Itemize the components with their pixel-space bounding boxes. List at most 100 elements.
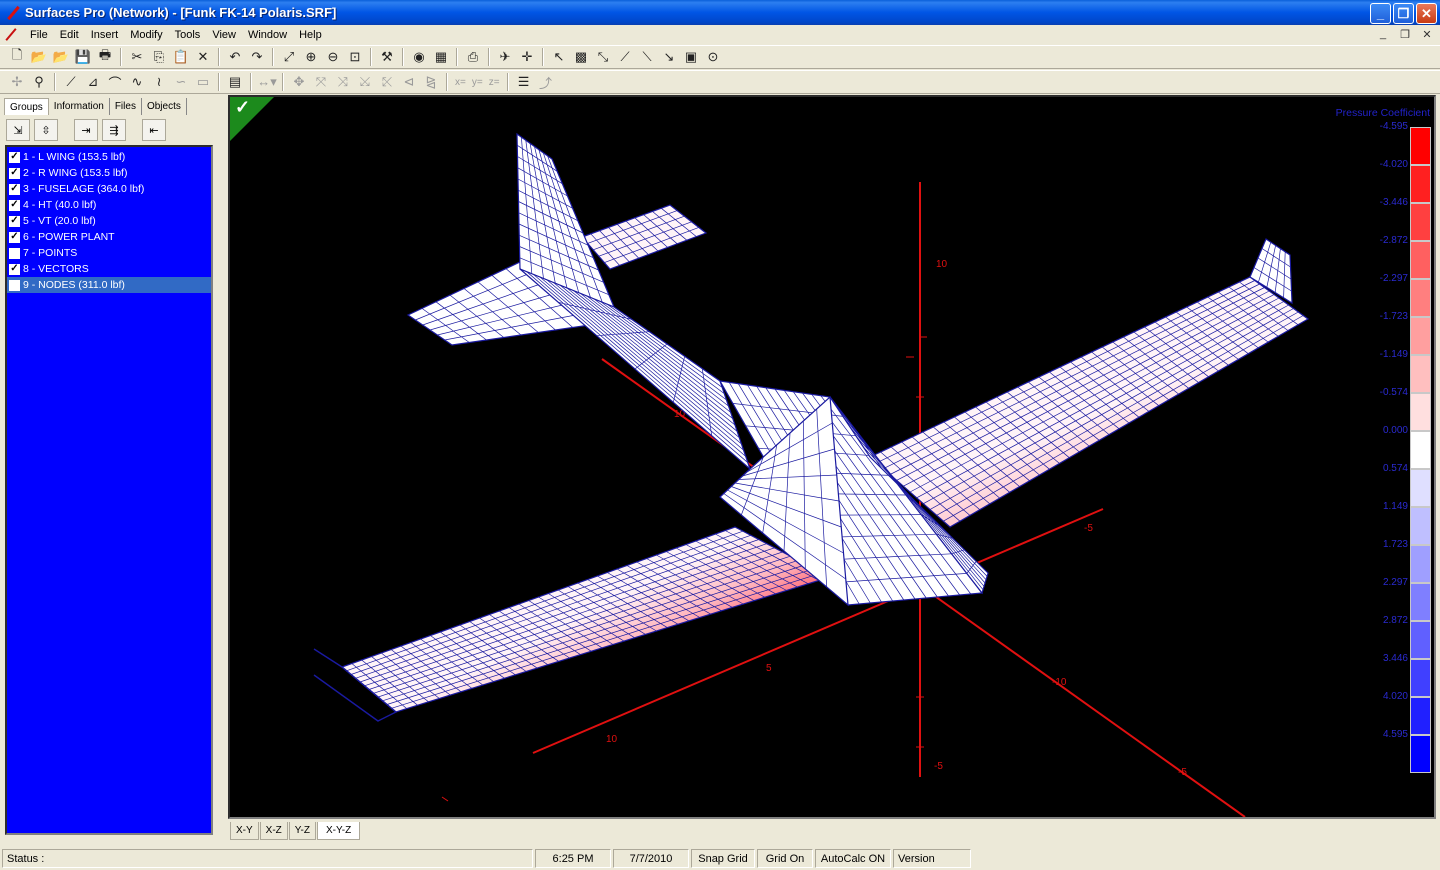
group-checkbox[interactable]: ✓ [9, 183, 20, 195]
polyline-icon[interactable]: ⊿ [82, 71, 104, 93]
aircraft-icon[interactable]: ✈ [494, 46, 516, 68]
model-canvas[interactable]: 1010-5510-5-10-5 [230, 97, 1436, 819]
tab-information[interactable]: Information [49, 98, 110, 115]
group-checkbox[interactable]: ✓ [9, 199, 20, 211]
tab-groups[interactable]: Groups [4, 98, 49, 115]
move-group-down-icon[interactable]: ⇶ [102, 119, 126, 141]
minimize-button[interactable]: _ [1370, 3, 1391, 24]
menu-tools[interactable]: Tools [169, 26, 207, 44]
tab-view-xy[interactable]: X-Y [230, 822, 259, 840]
pick-surface-icon[interactable]: ▣ [680, 46, 702, 68]
group-checkbox[interactable]: ✓ [9, 167, 20, 179]
rectangle-icon[interactable]: ▭ [192, 71, 214, 93]
scale-icon[interactable]: ⤩ [354, 71, 376, 93]
skew-icon[interactable]: ⊲ [398, 71, 420, 93]
group-checkbox[interactable]: ✓ [9, 263, 20, 275]
group-row[interactable]: 7 - POINTS [7, 245, 211, 261]
copy-transform-icon[interactable]: ⤧ [310, 71, 332, 93]
point-icon[interactable]: ✢ [6, 71, 28, 93]
print-icon[interactable]: 🖶 [94, 46, 116, 68]
surface-icon[interactable]: ▤ [224, 71, 246, 93]
curve-dim-icon[interactable]: ∽ [170, 71, 192, 93]
cut-icon[interactable]: ✂ [126, 46, 148, 68]
group-checkbox[interactable]: ✓ [9, 151, 20, 163]
line-icon[interactable]: ⟋ [60, 71, 82, 93]
curve-icon[interactable]: ≀ [148, 71, 170, 93]
group-checkbox[interactable] [9, 247, 20, 259]
mirror-icon[interactable]: ⧎ [420, 71, 442, 93]
status-autocalc[interactable]: AutoCalc ON [815, 848, 891, 868]
group-row[interactable]: ✓ 4 - HT (40.0 lbf) [7, 197, 211, 213]
move-group-icon[interactable]: ⇥ [74, 119, 98, 141]
group-row[interactable]: ✓ 1 - L WING (153.5 lbf) [7, 149, 211, 165]
group-row[interactable]: ✓ 8 - VECTORS [7, 261, 211, 277]
group-row[interactable]: ✓ 3 - FUSELAGE (364.0 lbf) [7, 181, 211, 197]
doc-restore-icon[interactable]: ❐ [1398, 27, 1412, 41]
document-icon[interactable] [4, 28, 18, 42]
open-recent-icon[interactable]: 📂 [50, 46, 72, 68]
tab-objects[interactable]: Objects [142, 98, 187, 115]
rotate-icon[interactable]: ⤨ [332, 71, 354, 93]
status-snap[interactable]: Snap Grid [691, 848, 755, 868]
zoom-window-icon[interactable]: ⊡ [344, 46, 366, 68]
y-equals-icon[interactable]: y= [469, 77, 486, 88]
group-row[interactable]: 9 - NODES (311.0 lbf) [7, 277, 211, 293]
save-icon[interactable]: 💾 [72, 46, 94, 68]
3d-viewport[interactable]: 10 10 -5 5 10 -5 -10 -5 ✓ Pressure Coefficient … [228, 95, 1436, 819]
tab-files[interactable]: Files [110, 98, 142, 115]
menu-file[interactable]: File [24, 26, 54, 44]
insert-group-icon[interactable]: ⇳ [34, 119, 58, 141]
list-icon[interactable]: ☰ [513, 71, 535, 93]
group-checkbox[interactable] [9, 279, 20, 291]
stretch-icon[interactable]: ⤪ [376, 71, 398, 93]
properties-icon[interactable]: ⎙ [462, 46, 484, 68]
link-icon[interactable]: ⤴ [535, 71, 557, 93]
grid-select-icon[interactable]: ▩ [570, 46, 592, 68]
menu-window[interactable]: Window [242, 26, 293, 44]
menu-view[interactable]: View [206, 26, 242, 44]
status-grid[interactable]: Grid On [757, 848, 813, 868]
arc-icon[interactable]: ⌒ [104, 71, 126, 93]
group-checkbox[interactable]: ✓ [9, 215, 20, 227]
tab-view-xyz[interactable]: X-Y-Z [316, 822, 361, 840]
pick-edge-icon[interactable]: ⟍ [636, 46, 658, 68]
x-equals-icon[interactable]: x= [452, 77, 469, 88]
move-icon[interactable]: ✥ [288, 71, 310, 93]
zoom-extents-icon[interactable]: ⤢ [278, 46, 300, 68]
tools-icon[interactable]: ⚒ [376, 46, 398, 68]
group-row[interactable]: ✓ 2 - R WING (153.5 lbf) [7, 165, 211, 181]
add-group-icon[interactable]: ⇲ [6, 119, 30, 141]
title-bar[interactable]: Surfaces Pro (Network) - [Funk FK-14 Pol… [0, 0, 1440, 25]
select-icon[interactable]: ↖ [548, 46, 570, 68]
menu-edit[interactable]: Edit [54, 26, 85, 44]
pick-object-icon[interactable]: ⊙ [702, 46, 724, 68]
undo-icon[interactable]: ↶ [224, 46, 246, 68]
group-list[interactable]: ✓ 1 - L WING (153.5 lbf) ✓ 2 - R WING (153.… [5, 145, 213, 835]
group-checkbox[interactable]: ✓ [9, 231, 20, 243]
maximize-button[interactable]: ❐ [1393, 3, 1414, 24]
dimension-dropdown-icon[interactable]: ↔▾ [256, 71, 278, 93]
group-row[interactable]: ✓ 6 - POWER PLANT [7, 229, 211, 245]
redo-icon[interactable]: ↷ [246, 46, 268, 68]
node-pick-icon[interactable]: ⚲ [28, 71, 50, 93]
open-file-icon[interactable]: 📂 [28, 46, 50, 68]
close-button[interactable]: ✕ [1416, 3, 1437, 24]
menu-help[interactable]: Help [293, 26, 328, 44]
z-equals-icon[interactable]: z= [486, 77, 503, 88]
paste-icon[interactable]: 📋 [170, 46, 192, 68]
pick-node-icon[interactable]: ⤡ [592, 46, 614, 68]
spline-icon[interactable]: ∿ [126, 71, 148, 93]
calculate-icon[interactable]: ◉ [408, 46, 430, 68]
group-properties-icon[interactable]: ⇤ [142, 119, 166, 141]
calculator-icon[interactable]: ▦ [430, 46, 452, 68]
zoom-in-icon[interactable]: ⊕ [300, 46, 322, 68]
menu-modify[interactable]: Modify [124, 26, 168, 44]
group-row[interactable]: ✓ 5 - VT (20.0 lbf) [7, 213, 211, 229]
new-file-icon[interactable]: 🗋 [6, 46, 28, 68]
menu-insert[interactable]: Insert [85, 26, 125, 44]
tab-view-xz[interactable]: X-Z [259, 822, 288, 840]
pick-line-icon[interactable]: ⟋ [614, 46, 636, 68]
axes-icon[interactable]: ✛ [516, 46, 538, 68]
delete-icon[interactable]: ✕ [192, 46, 214, 68]
pick-vector-icon[interactable]: ↘ [658, 46, 680, 68]
